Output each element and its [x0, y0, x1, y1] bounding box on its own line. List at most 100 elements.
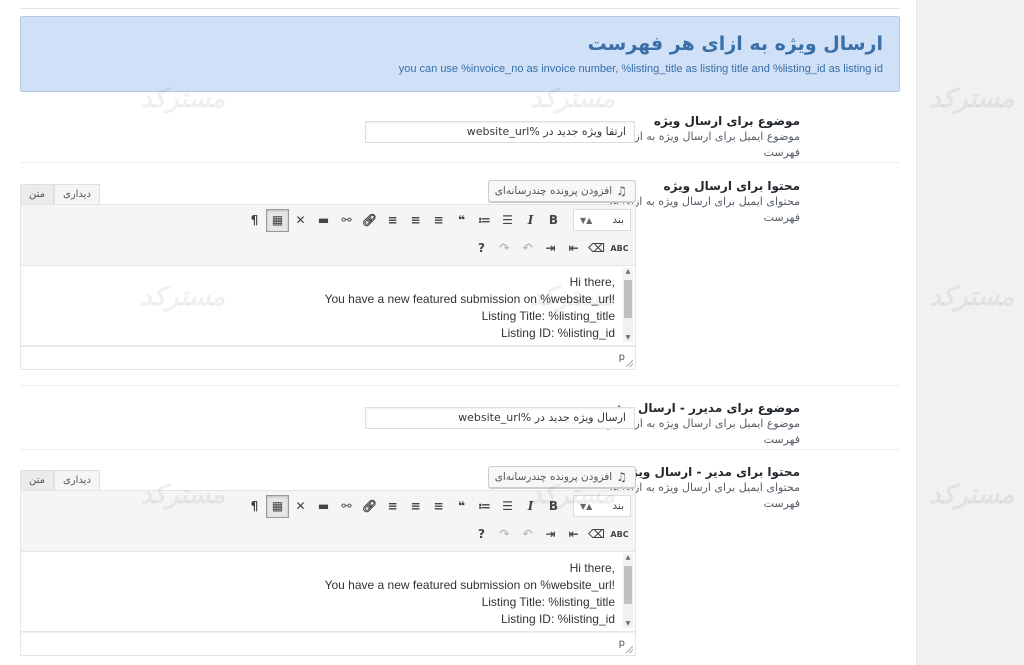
watermark-logo: مسترکد	[929, 480, 1015, 510]
indent-icon[interactable]: ⇥	[539, 237, 562, 260]
editor-content[interactable]: Hi there, You have a new featured submis…	[20, 552, 636, 632]
fullscreen-icon[interactable]: ✕	[289, 209, 312, 232]
element-path[interactable]: p	[619, 352, 625, 363]
numbered-list-icon[interactable]: ≔	[473, 209, 496, 232]
toolbar-row-1: بند ▲▼ B I ☰ ≔ ❝ ≡ ≡ ≡ 🔗︎ ⚯ ▬ ✕ ▦ ¶	[243, 493, 631, 519]
toolbar-toggle-icon[interactable]: ▦	[266, 494, 289, 518]
scroll-up-icon[interactable]: ▲	[623, 268, 633, 276]
spellcheck-icon[interactable]: ABC	[608, 523, 631, 546]
redo-icon[interactable]: ↷	[493, 237, 516, 260]
help-icon[interactable]: ?	[470, 237, 493, 260]
format-select[interactable]: بند ▲▼	[573, 495, 631, 517]
tab-visual[interactable]: دیداری	[54, 184, 100, 204]
help-icon[interactable]: ?	[470, 523, 493, 546]
spellcheck-icon[interactable]: ABC	[608, 237, 631, 260]
align-right-icon[interactable]: ≡	[381, 209, 404, 232]
paragraph-rtl-icon[interactable]: ¶	[243, 495, 266, 518]
editor-scrollbar[interactable]: ▲ ▼	[623, 554, 633, 628]
align-center-icon[interactable]: ≡	[404, 495, 427, 518]
toolbar-toggle-icon[interactable]: ▦	[266, 208, 289, 232]
link-icon[interactable]: 🔗︎	[358, 209, 381, 232]
resize-handle-icon[interactable]	[626, 360, 633, 367]
scroll-up-icon[interactable]: ▲	[623, 554, 633, 562]
resize-handle-icon[interactable]	[626, 646, 633, 653]
watermark-logo: مسترکد	[929, 282, 1015, 312]
blockquote-icon[interactable]: ❝	[450, 495, 473, 518]
settings-panel: ارسال ویژه به ازای هر فهرست you can use …	[0, 0, 916, 665]
link-icon[interactable]: 🔗︎	[358, 495, 381, 518]
tab-text[interactable]: متن	[20, 470, 54, 490]
body-line: You have a new featured submission on %w…	[324, 578, 615, 592]
admin-content-editor: متن دیداری ♫ افزودن پرونده چندرسانه‌ای ب…	[20, 466, 636, 656]
scroll-down-icon[interactable]: ▼	[623, 334, 633, 342]
add-media-label: افزودن پرونده چندرسانه‌ای	[494, 185, 613, 197]
format-select[interactable]: بند ▲▼	[573, 209, 631, 231]
editor-statusbar: p	[20, 346, 636, 370]
undo-icon[interactable]: ↶	[516, 523, 539, 546]
indent-icon[interactable]: ⇥	[539, 523, 562, 546]
editor-content[interactable]: Hi there, You have a new featured submis…	[20, 266, 636, 346]
outdent-icon[interactable]: ⇤	[562, 237, 585, 260]
clear-formatting-icon[interactable]: ⌫	[585, 523, 608, 546]
add-media-button[interactable]: ♫ افزودن پرونده چندرسانه‌ای	[487, 180, 636, 202]
undo-icon[interactable]: ↶	[516, 237, 539, 260]
admin-subject-input[interactable]: ارسال ویژه جدید در %website_url	[365, 407, 635, 429]
chevron-down-icon: ▲▼	[580, 501, 593, 511]
toolbar-row-2: ABC ⌫ ⇤ ⇥ ↶ ↷ ?	[470, 235, 631, 261]
editor-tabs: متن دیداری ♫ افزودن پرونده چندرسانه‌ای	[20, 180, 636, 204]
redo-icon[interactable]: ↷	[493, 523, 516, 546]
tab-text[interactable]: متن	[20, 184, 54, 204]
body-line: Listing ID: %listing_id	[500, 326, 615, 340]
align-center-icon[interactable]: ≡	[404, 209, 427, 232]
italic-icon[interactable]: I	[519, 209, 542, 232]
bold-icon[interactable]: B	[542, 495, 565, 518]
row-divider	[20, 385, 900, 386]
bullet-list-icon[interactable]: ☰	[496, 495, 519, 518]
section-header: ارسال ویژه به ازای هر فهرست you can use …	[20, 16, 900, 92]
numbered-list-icon[interactable]: ≔	[473, 495, 496, 518]
bullet-list-icon[interactable]: ☰	[496, 209, 519, 232]
unlink-icon[interactable]: ⚯	[335, 209, 358, 232]
editor-toolbar: بند ▲▼ B I ☰ ≔ ❝ ≡ ≡ ≡ 🔗︎ ⚯ ▬ ✕ ▦ ¶ ABC	[20, 204, 636, 266]
paragraph-rtl-icon[interactable]: ¶	[243, 209, 266, 232]
scroll-down-icon[interactable]: ▼	[623, 620, 633, 628]
editor-scrollbar[interactable]: ▲ ▼	[623, 268, 633, 342]
format-select-value: بند	[612, 214, 624, 226]
add-media-button[interactable]: ♫ افزودن پرونده چندرسانه‌ای	[487, 466, 636, 488]
row-divider	[20, 162, 900, 163]
media-icon: ♫	[616, 470, 627, 484]
subject-input[interactable]: ارتقا ویژه جدید در %website_url	[365, 121, 635, 143]
outdent-icon[interactable]: ⇤	[562, 523, 585, 546]
fullscreen-icon[interactable]: ✕	[289, 495, 312, 518]
align-left-icon[interactable]: ≡	[427, 495, 450, 518]
tab-visual[interactable]: دیداری	[54, 470, 100, 490]
content-editor: متن دیداری ♫ افزودن پرونده چندرسانه‌ای ب…	[20, 180, 636, 370]
italic-icon[interactable]: I	[519, 495, 542, 518]
bold-icon[interactable]: B	[542, 209, 565, 232]
editor-toolbar: بند ▲▼ B I ☰ ≔ ❝ ≡ ≡ ≡ 🔗︎ ⚯ ▬ ✕ ▦ ¶ ABC	[20, 490, 636, 552]
body-line: Listing Title: %listing_title	[481, 309, 615, 323]
editor-tabs: متن دیداری ♫ افزودن پرونده چندرسانه‌ای	[20, 466, 636, 490]
blockquote-icon[interactable]: ❝	[450, 209, 473, 232]
toolbar-row-2: ABC ⌫ ⇤ ⇥ ↶ ↷ ?	[470, 521, 631, 547]
top-divider	[20, 8, 900, 9]
element-path[interactable]: p	[619, 638, 625, 649]
watermark-logo: مسترکد	[929, 84, 1015, 114]
section-subtitle: you can use %invoice_no as invoice numbe…	[398, 63, 883, 75]
scrollbar-thumb[interactable]	[624, 566, 632, 604]
read-more-icon[interactable]: ▬	[312, 495, 335, 518]
section-title: ارسال ویژه به ازای هر فهرست	[587, 33, 883, 55]
read-more-icon[interactable]: ▬	[312, 209, 335, 232]
align-left-icon[interactable]: ≡	[427, 209, 450, 232]
body-line: Hi there,	[569, 275, 615, 289]
editor-statusbar: p	[20, 632, 636, 656]
unlink-icon[interactable]: ⚯	[335, 495, 358, 518]
scrollbar-thumb[interactable]	[624, 280, 632, 318]
toolbar-row-1: بند ▲▼ B I ☰ ≔ ❝ ≡ ≡ ≡ 🔗︎ ⚯ ▬ ✕ ▦ ¶	[243, 207, 631, 233]
editor-body: Hi there, You have a new featured submis…	[325, 560, 615, 628]
clear-formatting-icon[interactable]: ⌫	[585, 237, 608, 260]
align-right-icon[interactable]: ≡	[381, 495, 404, 518]
body-line: Listing Title: %listing_title	[481, 595, 615, 609]
editor-body: Hi there, You have a new featured submis…	[325, 274, 615, 342]
add-media-label: افزودن پرونده چندرسانه‌ای	[494, 471, 613, 483]
